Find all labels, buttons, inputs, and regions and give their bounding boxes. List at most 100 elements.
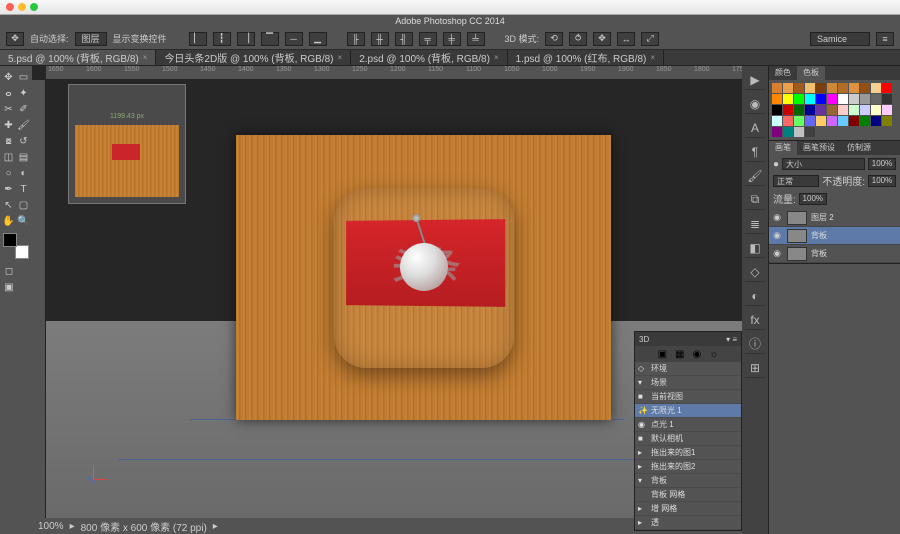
tree-twisty-icon[interactable]: ◇ bbox=[638, 364, 648, 373]
align-top-icon[interactable]: ▔ bbox=[261, 32, 279, 46]
swatch[interactable] bbox=[882, 83, 892, 93]
3d-tree-item[interactable]: ▾场景 bbox=[635, 376, 741, 390]
swatch[interactable] bbox=[827, 105, 837, 115]
swatch[interactable] bbox=[772, 94, 782, 104]
swatch[interactable] bbox=[783, 94, 793, 104]
3d-tree-item[interactable]: ■当前视图 bbox=[635, 390, 741, 404]
swatch[interactable] bbox=[794, 94, 804, 104]
3d-panel[interactable]: 3D▾ ≡ ▣ ▦ ◉ ☼ ◇环境▾场景■当前视图✨无限光 1◉点光 1■默认相… bbox=[634, 331, 742, 531]
gradient-tool[interactable]: ▤ bbox=[17, 150, 30, 164]
align-bottom-icon[interactable]: ▁ bbox=[309, 32, 327, 46]
filter-mesh-icon[interactable]: ▦ bbox=[675, 349, 684, 360]
document-tab[interactable]: 今日头条2D版 @ 100% (背板, RGB/8)× bbox=[156, 50, 351, 65]
dist-top-icon[interactable]: ╤ bbox=[419, 32, 437, 46]
swatch[interactable] bbox=[849, 83, 859, 93]
search-icon[interactable]: ≡ bbox=[876, 32, 894, 46]
visibility-icon[interactable]: ◉ bbox=[771, 248, 783, 259]
eraser-tool[interactable]: ◫ bbox=[2, 150, 15, 164]
wand-tool[interactable]: ✦ bbox=[17, 86, 30, 100]
tab-swatches[interactable]: 色板 bbox=[797, 66, 825, 80]
marquee-tool[interactable]: ▭ bbox=[17, 70, 30, 84]
3d-sphere[interactable] bbox=[400, 243, 448, 291]
swatch[interactable] bbox=[783, 105, 793, 115]
3d-tree-item[interactable]: ◇环境 bbox=[635, 362, 741, 376]
dist-vcenter-icon[interactable]: ╪ bbox=[443, 32, 461, 46]
layer-row[interactable]: ◉图层 2 bbox=[769, 209, 900, 227]
tree-twisty-icon[interactable]: ▸ bbox=[638, 504, 648, 513]
paragraph-panel-icon[interactable]: ¶ bbox=[745, 142, 765, 162]
close-window[interactable] bbox=[6, 3, 14, 11]
swatch[interactable] bbox=[838, 94, 848, 104]
filter-scene-icon[interactable]: ▣ bbox=[658, 349, 667, 360]
tree-twisty-icon[interactable]: ■ bbox=[638, 434, 648, 443]
document-tab[interactable]: 1.psd @ 100% (红布, RGB/8)× bbox=[508, 50, 664, 65]
swatch[interactable] bbox=[871, 94, 881, 104]
swatch[interactable] bbox=[827, 116, 837, 126]
navigator-proxy[interactable]: 1199.43 px bbox=[68, 84, 186, 204]
dist-left-icon[interactable]: ╟ bbox=[347, 32, 365, 46]
quickmask-icon[interactable]: ◻ bbox=[2, 264, 16, 278]
brush-flow-val[interactable]: 100% bbox=[868, 175, 896, 187]
lasso-tool[interactable]: ⴰ bbox=[2, 86, 15, 100]
swatch[interactable] bbox=[838, 83, 848, 93]
filter-material-icon[interactable]: ◉ bbox=[693, 349, 702, 360]
panel-tab[interactable]: 仿制源 bbox=[841, 141, 877, 155]
swatch[interactable] bbox=[772, 83, 782, 93]
flow-val2[interactable]: 100% bbox=[799, 193, 827, 205]
swatch[interactable] bbox=[794, 127, 804, 137]
brush-mode[interactable]: 正常 bbox=[773, 175, 819, 187]
zoom-level[interactable]: 100% bbox=[38, 521, 64, 532]
paths-icon[interactable]: ◇ bbox=[745, 262, 765, 282]
brush-size-icon[interactable]: ● bbox=[773, 159, 779, 170]
hand-tool[interactable]: ✋ bbox=[2, 214, 15, 228]
brush-tool[interactable]: 🖌 bbox=[17, 118, 30, 132]
layer-row[interactable]: ◉背板 bbox=[769, 245, 900, 263]
3d-tree-item[interactable]: ✨无限光 1 bbox=[635, 404, 741, 418]
zoom-tool[interactable]: 🔍 bbox=[17, 214, 30, 228]
show-transform-checkbox[interactable]: 显示变换控件 bbox=[113, 32, 167, 45]
close-tab-icon[interactable]: × bbox=[143, 53, 148, 62]
properties-panel-icon[interactable]: ⊞ bbox=[745, 358, 765, 378]
3d-roll-icon[interactable]: ⥀ bbox=[569, 32, 587, 46]
info-panel-icon[interactable]: ⓘ bbox=[745, 334, 765, 354]
align-right-icon[interactable]: ▕ bbox=[237, 32, 255, 46]
swatch[interactable] bbox=[794, 116, 804, 126]
swatch[interactable] bbox=[772, 105, 782, 115]
visibility-icon[interactable]: ◉ bbox=[771, 230, 783, 241]
eyedropper-tool[interactable]: ✐ bbox=[17, 102, 30, 116]
3d-orbit-icon[interactable]: ⟲ bbox=[545, 32, 563, 46]
blur-tool[interactable]: ○ bbox=[2, 166, 15, 180]
document-canvas[interactable]: 头条 bbox=[236, 135, 611, 420]
color-swatch[interactable] bbox=[3, 233, 29, 259]
tree-twisty-icon[interactable]: ▸ bbox=[638, 462, 648, 471]
channels-icon[interactable]: ◧ bbox=[745, 238, 765, 258]
swatch[interactable] bbox=[816, 105, 826, 115]
tree-twisty-icon[interactable]: ▾ bbox=[638, 476, 648, 485]
brush-settings-icon[interactable]: 🖌 bbox=[745, 166, 765, 186]
align-hcenter-icon[interactable]: ┇ bbox=[213, 32, 231, 46]
tree-twisty-icon[interactable]: ✨ bbox=[638, 406, 648, 415]
panel-tab[interactable]: 画笔 bbox=[769, 141, 797, 155]
swatch[interactable] bbox=[849, 94, 859, 104]
dist-right-icon[interactable]: ╢ bbox=[395, 32, 413, 46]
swatch[interactable] bbox=[783, 127, 793, 137]
3d-tree-item[interactable]: ■默认相机 bbox=[635, 432, 741, 446]
3d-tree-item[interactable]: ▸拖出来的图1 bbox=[635, 446, 741, 460]
visibility-icon[interactable]: ◉ bbox=[771, 212, 783, 223]
3d-zoom-icon[interactable]: ⤢ bbox=[641, 32, 659, 46]
swatch[interactable] bbox=[882, 116, 892, 126]
swatch[interactable] bbox=[783, 83, 793, 93]
swatch[interactable] bbox=[805, 116, 815, 126]
tree-twisty-icon[interactable]: ■ bbox=[638, 392, 648, 401]
type-tool[interactable]: T bbox=[17, 182, 30, 196]
swatch[interactable] bbox=[805, 83, 815, 93]
workspace-switcher[interactable]: Samice bbox=[810, 32, 870, 46]
filter-light-icon[interactable]: ☼ bbox=[709, 349, 718, 360]
swatch[interactable] bbox=[816, 116, 826, 126]
pen-tool[interactable]: ✒ bbox=[2, 182, 15, 196]
swatch[interactable] bbox=[816, 94, 826, 104]
shape-tool[interactable]: ▢ bbox=[17, 198, 30, 212]
history-panel-icon[interactable]: ▶ bbox=[745, 70, 765, 90]
swatch[interactable] bbox=[838, 116, 848, 126]
adjustments-icon[interactable]: ◐ bbox=[745, 286, 765, 306]
